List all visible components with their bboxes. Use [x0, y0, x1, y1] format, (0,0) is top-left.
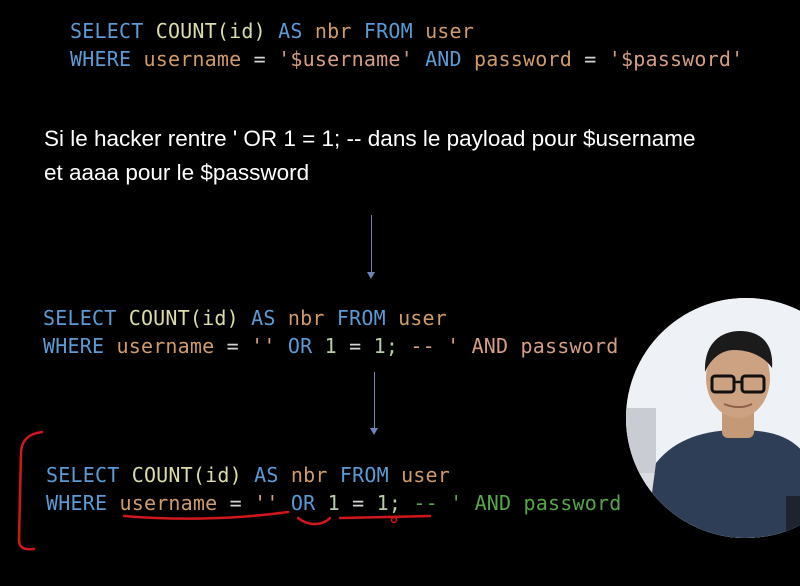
- code-line-3-where: WHERE username = '' OR 1 = 1; -- ' AND p…: [46, 489, 621, 517]
- sql-identifier: nbr: [314, 19, 352, 43]
- code-line-1-select: SELECT COUNT(id) AS nbr FROM user: [70, 17, 474, 45]
- sql-keyword: AS: [278, 19, 303, 43]
- sql-operator: =: [226, 334, 239, 358]
- sql-keyword: OR: [287, 334, 313, 358]
- sql-keyword: WHERE: [46, 491, 108, 515]
- sql-keyword: FROM: [336, 306, 386, 330]
- sql-keyword: SELECT: [70, 19, 144, 43]
- sql-string: '$username': [278, 47, 413, 71]
- sql-keyword: SELECT: [46, 463, 120, 487]
- sql-identifier: nbr: [290, 463, 328, 487]
- sql-keyword: SELECT: [43, 306, 117, 330]
- arrowhead-icon: [367, 272, 375, 279]
- underline-or: [296, 516, 332, 526]
- sql-string: '': [254, 491, 279, 515]
- code-line-2-where: WHERE username = '' OR 1 = 1; -- ' AND p…: [43, 332, 618, 360]
- code-line-3-select: SELECT COUNT(id) AS nbr FROM user: [46, 461, 450, 489]
- sql-number: 1;: [373, 334, 399, 358]
- sql-string: '$password': [608, 47, 744, 71]
- explanation-text: Si le hacker rentre ' OR 1 = 1; -- dans …: [44, 122, 800, 190]
- dot-mark: [390, 516, 398, 524]
- sql-function: COUNT(id): [155, 19, 266, 43]
- sql-operator: =: [349, 334, 362, 358]
- code-line-2-select: SELECT COUNT(id) AS nbr FROM user: [43, 304, 447, 332]
- sql-number: 1: [324, 334, 337, 358]
- sql-operator: =: [253, 47, 266, 71]
- sql-identifier: user: [401, 463, 451, 487]
- sql-identifier: password: [474, 47, 572, 71]
- sql-identifier: username: [116, 334, 215, 358]
- sql-keyword: FROM: [339, 463, 389, 487]
- sql-operator: =: [584, 47, 597, 71]
- video-frame: SELECT COUNT(id) AS nbr FROM user WHERE …: [0, 0, 800, 586]
- presenter-avatar: [626, 298, 800, 538]
- sql-keyword: AS: [254, 463, 279, 487]
- sql-keyword: AND: [425, 47, 462, 71]
- explanation-line-1: Si le hacker rentre ' OR 1 = 1; -- dans …: [44, 126, 696, 151]
- sql-operator: =: [352, 491, 365, 515]
- sql-keyword: AS: [251, 306, 276, 330]
- sql-number: 1;: [376, 491, 402, 515]
- sql-function: COUNT(id): [128, 306, 239, 330]
- sql-keyword: WHERE: [43, 334, 105, 358]
- sql-keyword: FROM: [363, 19, 413, 43]
- sql-string: '': [251, 334, 276, 358]
- bracket-mark: [17, 430, 44, 551]
- arrow-down-icon: [371, 215, 372, 273]
- code-line-1-where: WHERE username = '$username' AND passwor…: [70, 45, 743, 73]
- arrow-down-icon: [374, 372, 375, 429]
- sql-comment: -- ' AND password: [410, 334, 619, 358]
- sql-comment: -- ' AND password: [413, 491, 622, 515]
- sql-keyword: OR: [290, 491, 316, 515]
- sql-function: COUNT(id): [131, 463, 242, 487]
- sql-keyword: WHERE: [70, 47, 132, 71]
- arrowhead-icon: [370, 428, 378, 435]
- sql-identifier: username: [143, 47, 242, 71]
- sql-identifier: nbr: [287, 306, 325, 330]
- webcam-overlay: [626, 298, 800, 538]
- sql-operator: =: [229, 491, 242, 515]
- sql-identifier: user: [425, 19, 475, 43]
- sql-number: 1: [327, 491, 340, 515]
- sql-identifier: username: [119, 491, 218, 515]
- explanation-line-2: et aaaa pour le $password: [44, 160, 310, 185]
- sql-identifier: user: [398, 306, 448, 330]
